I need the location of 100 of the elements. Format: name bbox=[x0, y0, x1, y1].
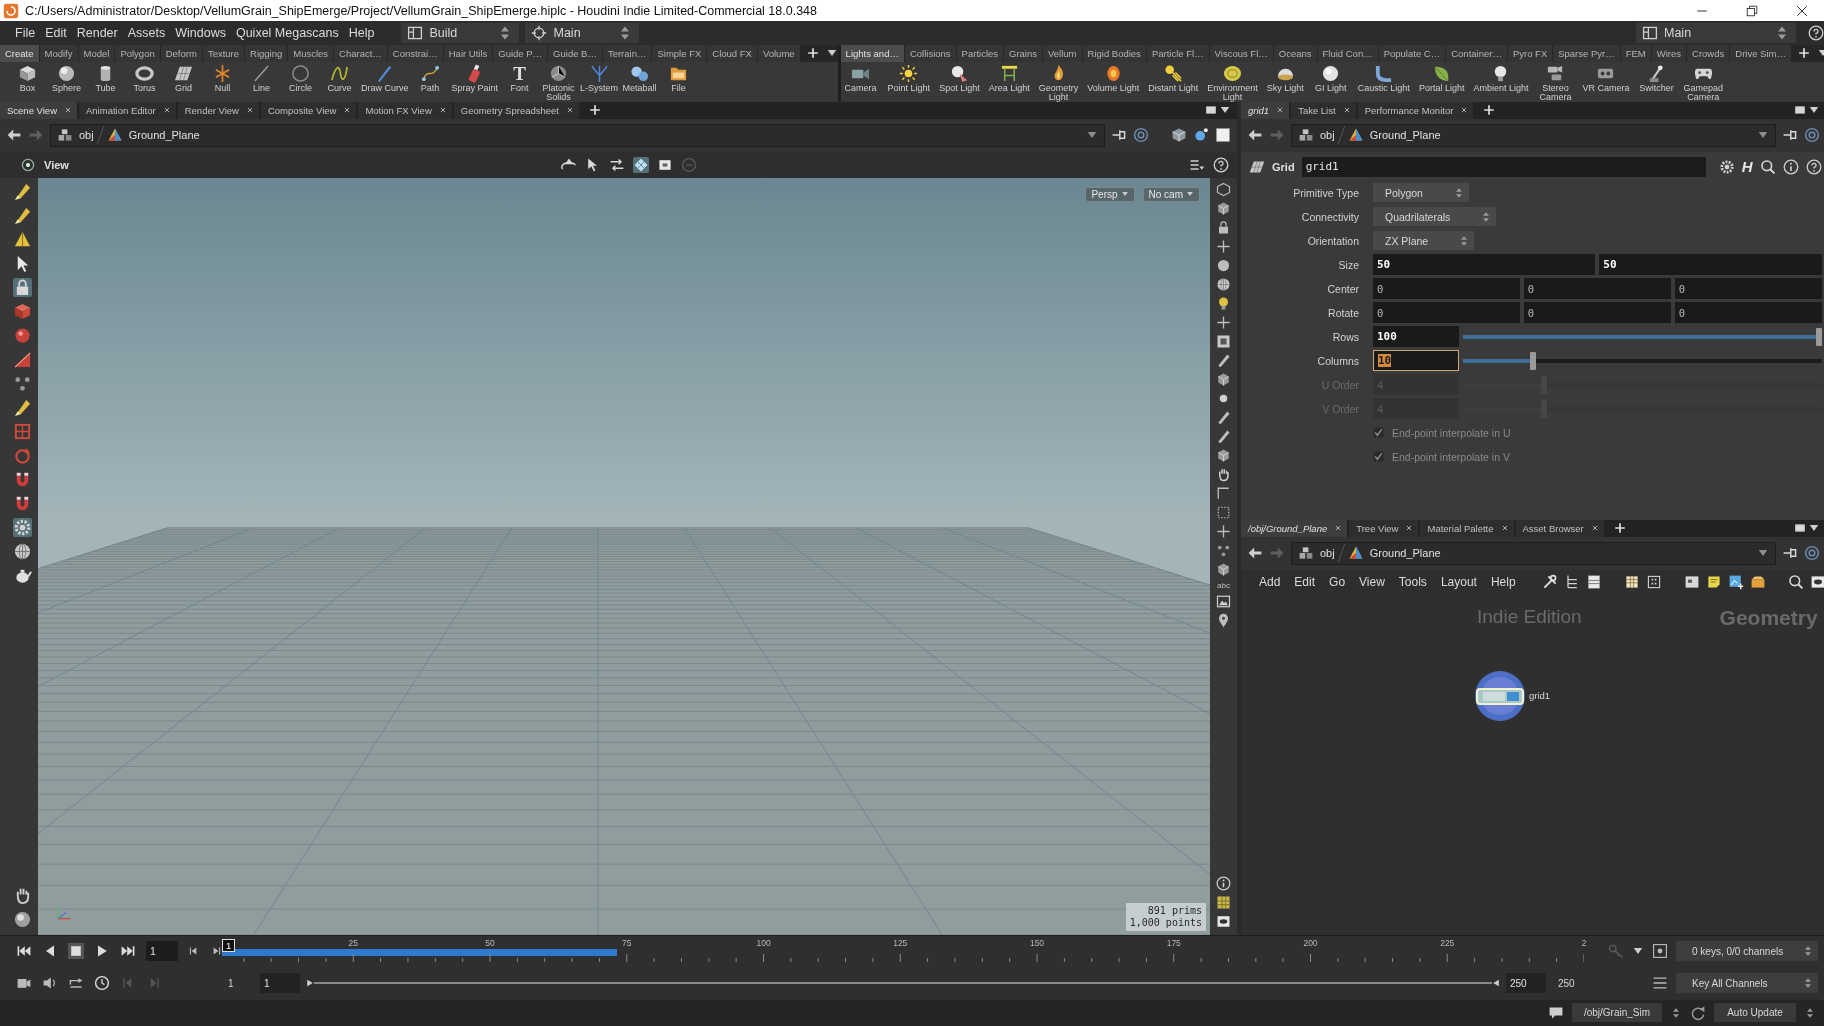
help-circle-icon[interactable] bbox=[1805, 158, 1822, 175]
close-icon[interactable] bbox=[1277, 107, 1284, 114]
pane-square-icon[interactable] bbox=[1793, 522, 1806, 535]
menu-item[interactable]: Edit bbox=[40, 26, 72, 41]
dotted-box-icon[interactable] bbox=[1216, 504, 1231, 520]
sticky-note-icon[interactable] bbox=[1705, 573, 1722, 590]
pyramid-icon[interactable] bbox=[12, 229, 32, 249]
menu-item[interactable]: Help bbox=[343, 26, 380, 41]
path-field[interactable]: obj Ground_Plane bbox=[50, 123, 1105, 147]
shelf-tool[interactable]: Geometry Light bbox=[1036, 61, 1081, 102]
thin-cross-icon[interactable] bbox=[1216, 314, 1231, 330]
shelf-tool[interactable]: Grid bbox=[164, 61, 203, 102]
slider-handle[interactable] bbox=[1815, 327, 1822, 346]
rows-icon[interactable] bbox=[1585, 573, 1602, 590]
corner-icon[interactable] bbox=[1216, 485, 1231, 501]
dropdown[interactable]: Polygon bbox=[1373, 183, 1469, 203]
grid-dots-icon[interactable] bbox=[1645, 573, 1662, 590]
close-icon[interactable] bbox=[567, 107, 573, 114]
frame-field[interactable]: 1 bbox=[146, 941, 178, 962]
menu-item[interactable]: Tools bbox=[1394, 574, 1431, 589]
close-icon[interactable] bbox=[344, 107, 351, 114]
shaded-cube-icon[interactable] bbox=[12, 301, 32, 321]
diamond-grid-icon[interactable] bbox=[632, 156, 649, 173]
stop-icon[interactable] bbox=[68, 943, 84, 960]
path-item[interactable]: obj bbox=[79, 129, 94, 142]
path-item[interactable]: Ground_Plane bbox=[1369, 547, 1441, 560]
updown-icon[interactable] bbox=[1670, 1006, 1682, 1019]
search-icon[interactable] bbox=[1787, 573, 1804, 590]
desktop-dropdown[interactable]: Main bbox=[1636, 23, 1796, 44]
pane-tab[interactable]: /obj/Ground_Plane bbox=[1241, 519, 1348, 537]
shelf-tool[interactable]: Box bbox=[8, 61, 47, 102]
path-field[interactable]: obj Ground_Plane bbox=[1291, 123, 1776, 147]
eye-square-icon[interactable] bbox=[1809, 573, 1824, 590]
brush-icon[interactable] bbox=[12, 397, 32, 417]
updown-icon[interactable] bbox=[1804, 1006, 1816, 1019]
pane-tab[interactable]: Tree View bbox=[1349, 519, 1419, 537]
info-circle-icon[interactable] bbox=[1216, 875, 1231, 891]
shelf-tool[interactable]: Null bbox=[203, 61, 242, 102]
close-icon[interactable] bbox=[1591, 525, 1598, 532]
menu-item[interactable]: Quixel Megascans bbox=[230, 26, 344, 41]
box-3d-icon[interactable] bbox=[1216, 200, 1231, 216]
shelf-tool[interactable]: Sky Light bbox=[1264, 61, 1306, 102]
ball-highlight-icon[interactable] bbox=[12, 325, 32, 345]
dropdown[interactable]: Quadrilaterals bbox=[1373, 207, 1497, 227]
shelf-tool[interactable]: Switcher bbox=[1636, 61, 1677, 102]
target-ring-icon[interactable] bbox=[1133, 127, 1149, 144]
gear-icon[interactable] bbox=[12, 517, 32, 537]
number-field[interactable]: 50 bbox=[1599, 254, 1822, 276]
thin-cross-icon[interactable] bbox=[1216, 523, 1231, 539]
shelf-tool[interactable]: Ambient Light bbox=[1471, 61, 1531, 102]
number-field[interactable]: 0 bbox=[1523, 278, 1671, 300]
image-plus-icon[interactable] bbox=[1727, 573, 1744, 590]
panel-icon[interactable] bbox=[1683, 573, 1700, 590]
plus-icon[interactable] bbox=[1797, 47, 1810, 60]
menu-item[interactable]: Help bbox=[1486, 574, 1520, 589]
close-icon[interactable] bbox=[1501, 525, 1508, 532]
path-item[interactable]: obj bbox=[1320, 547, 1335, 560]
desktop-dropdown[interactable]: Build bbox=[401, 23, 520, 44]
clock-icon[interactable] bbox=[94, 975, 110, 992]
wrench-icon[interactable] bbox=[1541, 573, 1558, 590]
shelf-tool[interactable]: T Font bbox=[500, 61, 540, 102]
box-3d-icon[interactable] bbox=[1216, 371, 1231, 387]
thin-cross-icon[interactable] bbox=[1216, 238, 1231, 254]
menu-item[interactable]: File bbox=[10, 26, 41, 41]
table-icon[interactable] bbox=[1623, 573, 1640, 590]
context-dropdown[interactable]: Main bbox=[525, 23, 640, 44]
image-frame-icon[interactable] bbox=[1216, 593, 1231, 609]
number-field[interactable]: 0 bbox=[1674, 278, 1822, 300]
range-end-field[interactable]: 250 bbox=[1506, 973, 1546, 994]
shelf-tool[interactable]: Curve bbox=[320, 61, 359, 102]
network-canvas[interactable]: Indie Edition Geometry grid1 bbox=[1241, 593, 1824, 935]
open-box-icon[interactable] bbox=[1749, 573, 1766, 590]
key-channels-dropdown[interactable]: Key All Channels bbox=[1676, 973, 1818, 994]
current-frame-marker[interactable]: 1 bbox=[222, 939, 236, 953]
number-field[interactable]: 0 bbox=[1373, 278, 1520, 300]
shelf-tool[interactable]: Draw Curve bbox=[359, 61, 411, 102]
network-path-field[interactable]: /obj/Grain_Sim bbox=[1572, 1003, 1662, 1023]
node-name-field[interactable]: grid1 bbox=[1301, 156, 1706, 177]
pane-square-icon[interactable] bbox=[1793, 104, 1806, 117]
menu-item[interactable]: Windows bbox=[170, 26, 231, 41]
close-icon[interactable] bbox=[1406, 525, 1413, 532]
shelf-tool[interactable]: Spot Light bbox=[937, 61, 982, 102]
shelf-tool[interactable]: L-System bbox=[578, 61, 621, 102]
shelf-tool[interactable]: Platonic Solids bbox=[539, 61, 579, 102]
refresh-icon[interactable] bbox=[1690, 1004, 1706, 1021]
path-field[interactable]: obj Ground_Plane bbox=[1291, 541, 1776, 565]
swap-arrows-icon[interactable] bbox=[608, 156, 625, 173]
pane-tab[interactable]: Material Palette bbox=[1420, 519, 1514, 537]
shelf-tool[interactable]: Tube bbox=[86, 61, 125, 102]
shelf-tool[interactable]: VR Camera bbox=[1580, 61, 1632, 102]
small-bulb-icon[interactable] bbox=[1216, 295, 1231, 311]
square-icon[interactable] bbox=[1215, 127, 1231, 144]
number-field[interactable]: 0 bbox=[1373, 302, 1520, 324]
dropdown[interactable]: ZX Plane bbox=[1373, 231, 1475, 251]
close-icon[interactable] bbox=[1461, 107, 1468, 114]
info-circle-icon[interactable] bbox=[1782, 158, 1799, 175]
cube-edges-icon[interactable] bbox=[1171, 127, 1187, 144]
menu-item[interactable]: Edit bbox=[1290, 574, 1320, 589]
path-item[interactable]: obj bbox=[1320, 129, 1335, 142]
shelf-tool[interactable]: Portal Light bbox=[1416, 61, 1467, 102]
